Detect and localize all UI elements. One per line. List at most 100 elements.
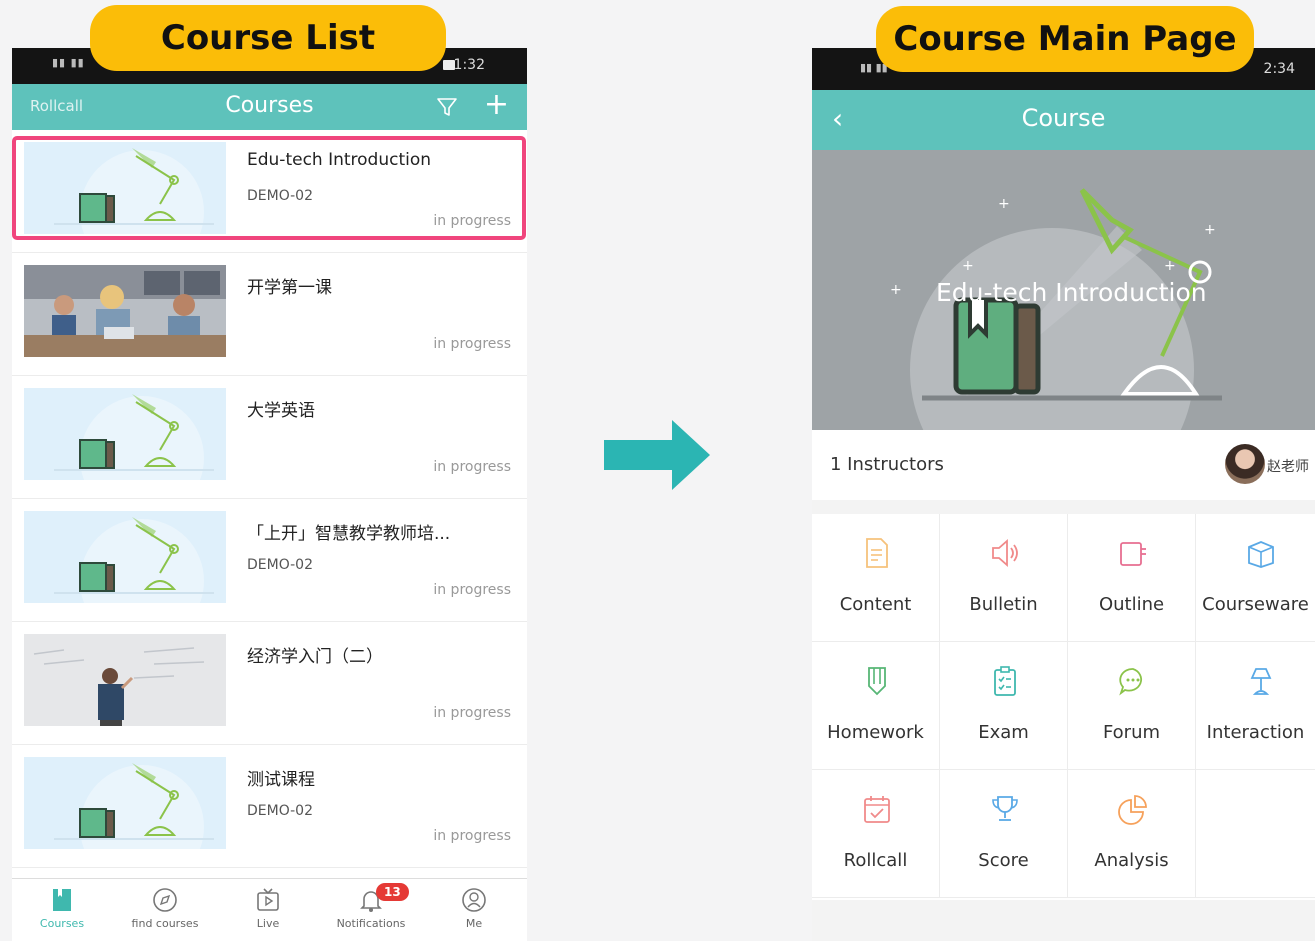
svg-text:+: + — [1164, 258, 1176, 274]
course-thumbnail — [24, 265, 226, 357]
filter-icon[interactable] — [435, 95, 459, 119]
course-name: 「上开」智慧教学教师培... — [247, 524, 451, 544]
course-title: Edu-tech Introduction — [936, 278, 1207, 307]
course-row[interactable]: 「上开」智慧教学教师培... DEMO-02 in progress — [12, 499, 527, 622]
menu-empty-cell — [1196, 770, 1315, 898]
course-status: in progress — [433, 336, 511, 352]
course-thumbnail — [24, 634, 226, 726]
menu-content[interactable]: Content — [812, 514, 940, 642]
tv-icon — [257, 888, 279, 911]
menu-homework[interactable]: Homework — [812, 642, 940, 770]
instructors-row[interactable]: 1 Instructors 赵老师 — [812, 430, 1315, 500]
menu-label: Exam — [978, 722, 1029, 743]
course-thumbnail — [24, 388, 226, 480]
pencil-icon — [868, 667, 886, 696]
menu-exam[interactable]: Exam — [940, 642, 1068, 770]
course-name: 经济学入门（二） — [247, 647, 383, 667]
tab-label: Me — [465, 917, 483, 930]
course-thumbnail — [24, 757, 226, 849]
menu-courseware[interactable]: Courseware — [1196, 514, 1315, 642]
course-list-label: Course List — [90, 5, 446, 71]
signal-icon: ▮▮ ▮▮ — [52, 56, 85, 69]
course-feature-grid: Content Bulletin Outline Courseware Home… — [812, 514, 1315, 900]
menu-label: Interaction — [1206, 722, 1305, 743]
whiteboard-photo — [24, 634, 226, 726]
book-icon — [53, 889, 71, 911]
tab-notifications[interactable]: 13 Notifications — [321, 883, 421, 930]
courses-nav-bar: Rollcall Courses + — [12, 84, 527, 130]
menu-score[interactable]: Score — [940, 770, 1068, 898]
tab-label: Courses — [39, 917, 85, 930]
instructor-count: 1 Instructors — [830, 454, 944, 475]
menu-label: Bulletin — [969, 594, 1038, 615]
menu-label: Rollcall — [843, 850, 908, 871]
tab-courses[interactable]: Courses — [12, 885, 112, 930]
course-row[interactable]: 开学第一课 in progress — [12, 253, 527, 376]
tab-me[interactable]: Me — [424, 885, 524, 930]
course-status: in progress — [433, 828, 511, 844]
menu-analysis[interactable]: Analysis — [1068, 770, 1196, 898]
course-row[interactable]: 大学英语 in progress — [12, 376, 527, 499]
user-icon — [462, 888, 486, 912]
avatar — [1225, 444, 1265, 484]
menu-label: Content — [839, 594, 912, 615]
menu-label: Homework — [827, 722, 924, 743]
tab-label: find courses — [131, 917, 199, 930]
svg-text:+: + — [962, 258, 974, 274]
classroom-photo — [24, 265, 226, 357]
course-main-page-label: Course Main Page — [876, 6, 1254, 72]
menu-forum[interactable]: Forum — [1068, 642, 1196, 770]
box-icon — [1248, 541, 1274, 568]
menu-label: Courseware — [1202, 594, 1309, 615]
course-name: 大学英语 — [247, 401, 315, 421]
menu-label: Analysis — [1094, 850, 1169, 871]
tab-live[interactable]: Live — [218, 885, 318, 930]
svg-text:+: + — [1204, 222, 1216, 238]
menu-interaction[interactable]: Interaction — [1196, 642, 1315, 770]
status-time: 1:32 — [453, 57, 485, 73]
lamp-icon — [1250, 668, 1272, 695]
course-code: DEMO-02 — [247, 803, 313, 819]
outline-icon — [1120, 542, 1146, 566]
course-name: 开学第一课 — [247, 278, 332, 298]
calendar-icon — [864, 796, 890, 823]
lamp-book-illustration — [24, 511, 226, 603]
course-banner: + + + + + Edu-tech Introduction — [812, 150, 1315, 430]
clipboard-icon — [994, 666, 1016, 696]
course-code: DEMO-02 — [247, 557, 313, 573]
course-main-screen: ▮▮ ▮▮ 2:34 ‹ Course + + + + + Edu-tech I… — [812, 48, 1315, 941]
pie-icon — [1118, 795, 1147, 825]
bottom-tab-bar: Courses find courses Live 13 Notificatio… — [12, 878, 527, 941]
course-thumbnail — [24, 511, 226, 603]
menu-label: Score — [978, 850, 1029, 871]
speaker-icon — [992, 539, 1018, 567]
course-status: in progress — [433, 582, 511, 598]
course-row[interactable]: 测试课程 DEMO-02 in progress — [12, 745, 527, 868]
course-status: in progress — [433, 705, 511, 721]
status-time: 2:34 — [1263, 61, 1295, 77]
course-row[interactable]: 经济学入门（二） in progress — [12, 622, 527, 745]
svg-text:+: + — [998, 196, 1010, 212]
selected-course-highlight — [12, 136, 526, 240]
svg-text:+: + — [890, 282, 902, 298]
lamp-book-illustration — [24, 757, 226, 849]
menu-rollcall[interactable]: Rollcall — [812, 770, 940, 898]
lamp-book-illustration — [24, 388, 226, 480]
menu-label: Forum — [1102, 722, 1161, 743]
chat-icon — [1119, 668, 1142, 696]
trophy-icon — [992, 796, 1018, 821]
notification-badge: 13 — [376, 883, 409, 901]
tab-label: Notifications — [336, 917, 406, 930]
instructor-name: 赵老师 — [1267, 459, 1309, 475]
menu-outline[interactable]: Outline — [1068, 514, 1196, 642]
menu-label: Outline — [1098, 594, 1165, 615]
tab-label: Live — [256, 917, 280, 930]
course-nav-bar: ‹ Course — [812, 90, 1315, 150]
add-course-button[interactable]: + — [484, 90, 509, 120]
course-list: Edu-tech Introduction DEMO-02 in progres… — [12, 130, 527, 868]
tab-find-courses[interactable]: find courses — [115, 885, 215, 930]
menu-bulletin[interactable]: Bulletin — [940, 514, 1068, 642]
course-status: in progress — [433, 459, 511, 475]
page-title: Course — [1021, 104, 1106, 132]
compass-icon — [153, 888, 177, 912]
